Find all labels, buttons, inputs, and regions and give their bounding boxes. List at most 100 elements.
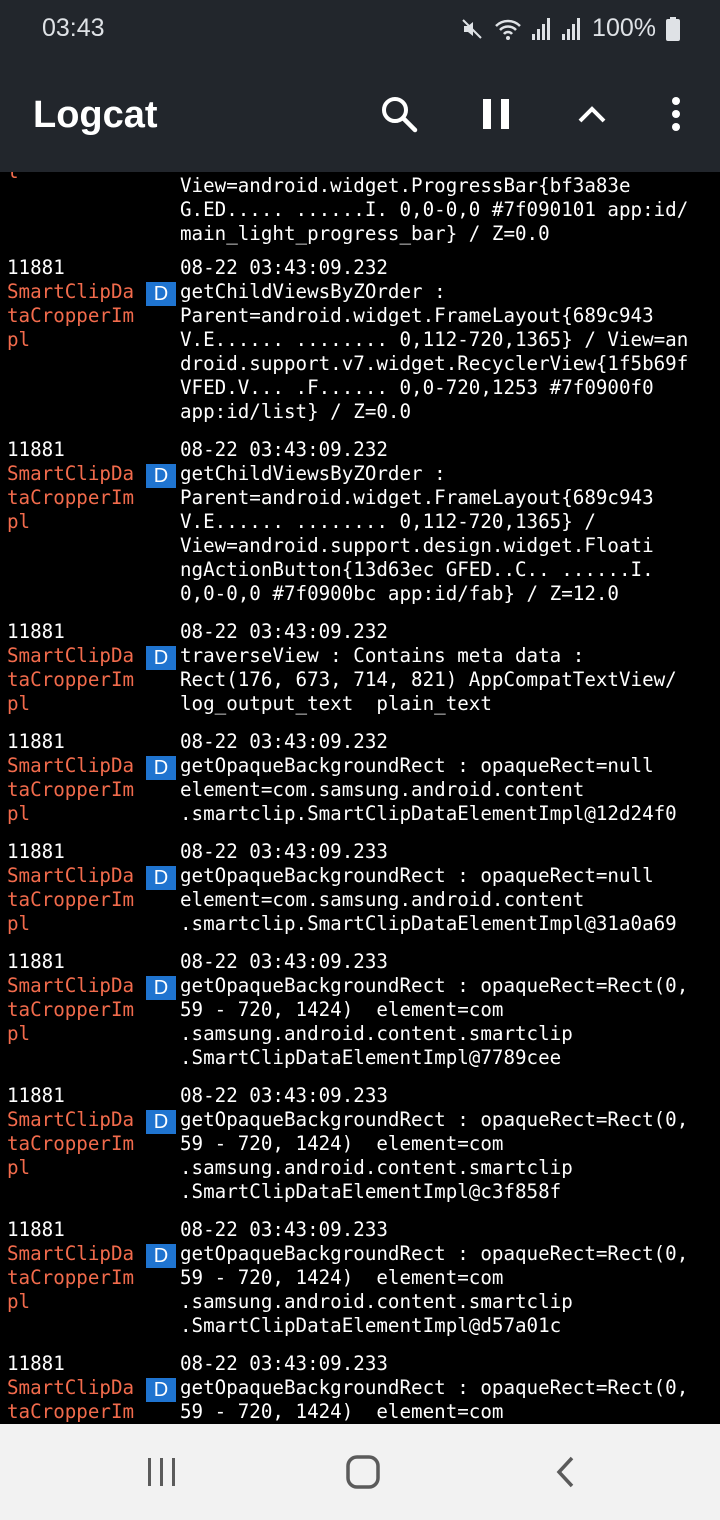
log-line: getOpaqueBackgroundRect : opaqueRect=Rec…	[180, 1376, 689, 1399]
log-tag-line: SmartClipDa	[7, 1242, 135, 1265]
log-line: traverseView : Contains meta data :	[180, 644, 585, 667]
home-button[interactable]	[333, 1446, 393, 1498]
log-tag-line: taCropperIm	[7, 304, 135, 327]
log-tag: l	[7, 172, 19, 184]
log-line: getOpaqueBackgroundRect : opaqueRect=Rec…	[180, 1242, 689, 1265]
log-pid: 11881	[7, 438, 65, 461]
log-pid: 11881	[7, 1218, 65, 1241]
log-message: getChildViewsByZOrder : Parent=android.wi…	[180, 280, 688, 424]
log-tag: SmartClipDa taCropperIm pl	[7, 754, 134, 826]
overflow-menu-button[interactable]	[648, 86, 704, 142]
log-level-badge: D	[146, 646, 176, 670]
log-timestamp: 08-22 03:43:09.232	[180, 730, 388, 753]
recents-button[interactable]	[132, 1446, 192, 1498]
log-line: .samsung.android.content.smartclip	[180, 1022, 573, 1045]
log-message: traverseView : Contains meta data : Rect(…	[180, 644, 677, 716]
log-tag-line: pl	[7, 1156, 31, 1179]
log-list[interactable]: l View=android.widget.ProgressBar{bf3a83…	[0, 172, 720, 1424]
log-tag-line: taCropperIm	[7, 888, 135, 911]
log-line: 59 - 720, 1424) element=com	[180, 998, 504, 1021]
log-tag-line: taCropperIm	[7, 1132, 135, 1155]
log-pid: 11881	[7, 950, 65, 973]
log-timestamp: 08-22 03:43:09.232	[180, 620, 388, 643]
log-pid: 11881	[7, 840, 65, 863]
search-button[interactable]	[371, 86, 427, 142]
log-level-badge: D	[146, 282, 176, 306]
log-tag-line: taCropperIm	[7, 1400, 135, 1423]
log-tag-line: SmartClipDa	[7, 974, 135, 997]
log-level-badge: D	[146, 1110, 176, 1134]
log-line: VFED.V... .F...... 0,0-720,1253 #7f0900f…	[180, 376, 654, 399]
log-tag-line: SmartClipDa	[7, 280, 135, 303]
log-tag: SmartClipDa taCropperIm	[7, 1376, 134, 1424]
log-level-badge: D	[146, 1244, 176, 1268]
log-line: droid.support.v7.widget.RecyclerView{1f5…	[180, 352, 689, 375]
log-message: getChildViewsByZOrder : Parent=android.wi…	[180, 462, 654, 606]
log-tag-line: taCropperIm	[7, 778, 135, 801]
log-timestamp: 08-22 03:43:09.233	[180, 1352, 388, 1375]
log-tag-line: pl	[7, 328, 31, 351]
log-timestamp: 08-22 03:43:09.233	[180, 950, 388, 973]
log-line: 59 - 720, 1424) element=com	[180, 1266, 504, 1289]
log-line: getOpaqueBackgroundRect : opaqueRect=nul…	[180, 864, 654, 887]
log-line: V.E...... ........ 0,112-720,1365} /	[180, 510, 596, 533]
log-pid: 11881	[7, 730, 65, 753]
log-message: View=android.widget.ProgressBar{bf3a83e G…	[180, 174, 688, 246]
log-message: getOpaqueBackgroundRect : opaqueRect=nul…	[180, 864, 677, 936]
mute-icon	[460, 17, 484, 41]
log-level-badge: D	[146, 976, 176, 1000]
log-line: Parent=android.widget.FrameLayout{689c94…	[180, 304, 654, 327]
home-icon	[346, 1455, 380, 1489]
log-message: getOpaqueBackgroundRect : opaqueRect=Rec…	[180, 1376, 688, 1424]
log-level-badge: D	[146, 1378, 176, 1402]
log-pid: 11881	[7, 620, 65, 643]
log-tag-line: pl	[7, 912, 31, 935]
log-pid: 11881	[7, 1352, 65, 1375]
log-timestamp: 08-22 03:43:09.232	[180, 256, 388, 279]
log-line: element=com.samsung.android.content	[180, 888, 585, 911]
log-line: app:id/list} / Z=0.0	[180, 400, 412, 423]
log-timestamp: 08-22 03:43:09.232	[180, 438, 388, 461]
log-line: V.E...... ........ 0,112-720,1365} / Vie…	[180, 328, 689, 351]
log-tag-line: taCropperIm	[7, 1266, 135, 1289]
log-message: getOpaqueBackgroundRect : opaqueRect=Rec…	[180, 974, 688, 1070]
battery-icon	[666, 16, 680, 41]
log-tag-line: SmartClipDa	[7, 644, 135, 667]
log-tag-line: pl	[7, 692, 31, 715]
signal-icon	[532, 17, 552, 40]
log-message: getOpaqueBackgroundRect : opaqueRect=nul…	[180, 754, 677, 826]
log-line: 0,0-0,0 #7f0900bc app:id/fab} / Z=12.0	[180, 582, 619, 605]
back-icon	[556, 1456, 574, 1488]
log-timestamp: 08-22 03:43:09.233	[180, 1084, 388, 1107]
log-tag-line: SmartClipDa	[7, 1108, 135, 1131]
log-tag-line: pl	[7, 510, 31, 533]
status-time: 03:43	[42, 14, 105, 42]
signal-icon-2	[562, 17, 582, 40]
log-tag: SmartClipDa taCropperIm pl	[7, 864, 134, 936]
log-line: .samsung.android.content.smartclip	[180, 1290, 573, 1313]
log-line: .SmartClipDataElementImpl@d57a01c	[180, 1314, 562, 1337]
log-line: .smartclip.SmartClipDataElementImpl@12d2…	[180, 802, 677, 825]
log-tag-line: SmartClipDa	[7, 1376, 135, 1399]
app-title: Logcat	[33, 94, 158, 136]
log-message: getOpaqueBackgroundRect : opaqueRect=Rec…	[180, 1108, 688, 1204]
back-button[interactable]	[535, 1446, 595, 1498]
battery-percent: 100%	[592, 14, 656, 42]
navigation-bar	[0, 1424, 720, 1520]
log-line: getOpaqueBackgroundRect : opaqueRect=Rec…	[180, 1108, 689, 1131]
log-tag: SmartClipDa taCropperIm pl	[7, 280, 134, 352]
log-line: main_light_progress_bar} / Z=0.0	[180, 222, 550, 245]
log-tag: SmartClipDa taCropperIm pl	[7, 462, 134, 534]
log-tag-line: taCropperIm	[7, 486, 135, 509]
search-icon	[382, 97, 418, 133]
pause-button[interactable]	[468, 86, 524, 142]
log-line: View=android.support.design.widget.Float…	[180, 534, 654, 557]
log-line: ngActionButton{13d63ec GFED..C.. ......I…	[180, 558, 654, 581]
recents-icon	[148, 1458, 175, 1486]
log-tag-line: SmartClipDa	[7, 864, 135, 887]
log-level-badge: D	[146, 866, 176, 890]
scroll-up-button[interactable]	[564, 86, 620, 142]
more-vert-icon	[672, 97, 680, 131]
log-tag-line: pl	[7, 802, 31, 825]
log-line: getChildViewsByZOrder :	[180, 280, 446, 303]
